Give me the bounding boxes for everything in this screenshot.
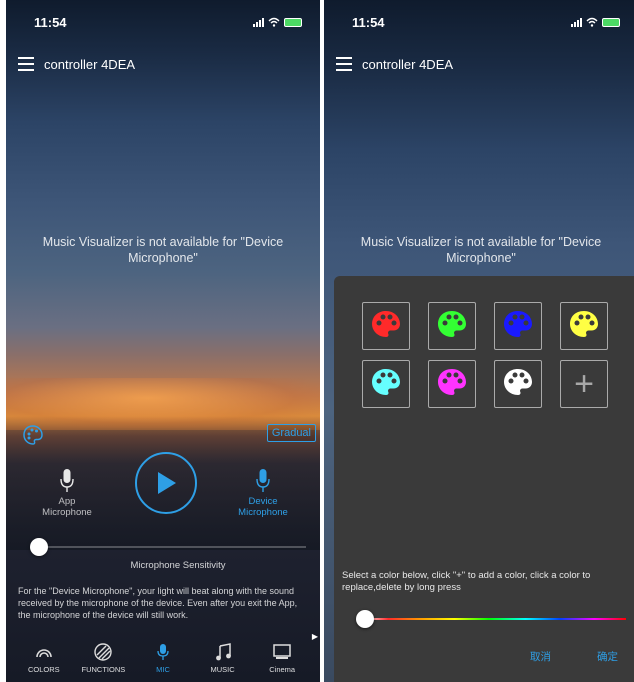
sensitivity-track bbox=[40, 546, 306, 548]
palette-icon bbox=[370, 367, 402, 402]
status-bar: 11:54 bbox=[324, 0, 634, 44]
sensitivity-slider[interactable] bbox=[30, 538, 306, 556]
visualizer-notice: Music Visualizer is not available for "D… bbox=[360, 235, 602, 265]
tab-label: COLORS bbox=[27, 665, 60, 674]
menu-icon[interactable] bbox=[336, 57, 352, 71]
wifi-icon bbox=[586, 17, 598, 27]
wifi-icon bbox=[268, 17, 280, 27]
palette-icon bbox=[568, 309, 600, 344]
tab-colors[interactable]: COLORS bbox=[16, 643, 72, 674]
tab-functions[interactable]: FUNCTIONS bbox=[75, 643, 131, 674]
color-swatch[interactable] bbox=[362, 360, 410, 408]
more-arrow-icon[interactable]: ▶ bbox=[312, 632, 318, 641]
tab-bar: COLORS FUNCTIONS MIC MUSIC Cinema ▶ bbox=[6, 626, 320, 674]
music-note-icon bbox=[214, 643, 232, 661]
tab-mic[interactable]: MIC bbox=[135, 643, 191, 674]
battery-icon bbox=[602, 17, 620, 27]
color-swatch[interactable] bbox=[428, 302, 476, 350]
battery-icon bbox=[284, 17, 302, 27]
hue-track bbox=[362, 618, 626, 620]
color-picker-dialog: + Select a color below, click "+" to add… bbox=[334, 276, 634, 682]
tab-music[interactable]: MUSIC bbox=[195, 643, 251, 674]
title-bar: controller 4DEA bbox=[336, 52, 626, 76]
device-title: controller 4DEA bbox=[44, 56, 136, 72]
status-icons bbox=[571, 17, 620, 27]
sunset-background bbox=[6, 0, 320, 682]
add-color-button[interactable]: + bbox=[560, 360, 608, 408]
confirm-button[interactable]: 确定 bbox=[597, 649, 618, 664]
device-microphone-option[interactable]: Device Microphone bbox=[230, 468, 296, 518]
tab-label: Cinema bbox=[269, 665, 296, 674]
rainbow-icon bbox=[35, 643, 53, 661]
horizon-glow bbox=[6, 378, 320, 428]
color-swatch[interactable] bbox=[362, 302, 410, 350]
color-picker-screen: 11:54 controller 4DEA Music Visualizer i… bbox=[324, 0, 634, 682]
tab-label: MIC bbox=[156, 665, 170, 674]
color-swatch[interactable] bbox=[494, 360, 542, 408]
play-button[interactable] bbox=[135, 452, 197, 514]
palette-icon bbox=[502, 367, 534, 402]
cancel-button[interactable]: 取消 bbox=[530, 649, 551, 664]
app-mic-label-1: App bbox=[58, 496, 76, 507]
color-swatch[interactable] bbox=[428, 360, 476, 408]
status-icons bbox=[253, 17, 302, 27]
status-bar: 11:54 bbox=[6, 0, 320, 44]
device-mic-label-1: Device bbox=[248, 496, 278, 507]
signal-icon bbox=[253, 17, 264, 27]
microphone-explanation: For the "Device Microphone", your light … bbox=[18, 586, 298, 620]
mic-screen: 11:54 controller 4DEA Music Visualizer i… bbox=[6, 0, 320, 682]
screen-icon bbox=[273, 643, 291, 661]
gradual-button[interactable]: Gradual bbox=[266, 424, 316, 442]
menu-icon[interactable] bbox=[18, 57, 34, 71]
color-swatch[interactable] bbox=[560, 302, 608, 350]
tab-cinema[interactable]: Cinema bbox=[254, 643, 310, 674]
color-instruction: Select a color below, click "+" to add a… bbox=[342, 570, 591, 593]
palette-icon bbox=[436, 309, 468, 344]
visualizer-notice: Music Visualizer is not available for "D… bbox=[42, 235, 284, 265]
palette-icon bbox=[502, 309, 534, 344]
microphone-icon bbox=[60, 468, 74, 494]
palette-icon bbox=[436, 367, 468, 402]
device-mic-label-2: Microphone bbox=[238, 507, 288, 518]
palette-icon bbox=[370, 309, 402, 344]
sensitivity-label: Microphone Sensitivity bbox=[130, 560, 226, 571]
dialog-actions: 取消 确定 bbox=[530, 649, 618, 664]
palette-button[interactable] bbox=[22, 424, 44, 446]
play-icon bbox=[158, 472, 176, 494]
app-mic-label-2: Microphone bbox=[42, 507, 92, 518]
status-time: 11:54 bbox=[352, 14, 385, 30]
tab-label: MUSIC bbox=[210, 665, 235, 674]
tab-label: FUNCTIONS bbox=[81, 665, 126, 674]
color-grid: + bbox=[362, 302, 616, 408]
color-swatch[interactable] bbox=[494, 302, 542, 350]
status-time: 11:54 bbox=[34, 14, 67, 30]
stripes-icon bbox=[94, 643, 113, 661]
device-title: controller 4DEA bbox=[362, 56, 454, 72]
hue-knob[interactable] bbox=[356, 610, 374, 628]
title-bar: controller 4DEA bbox=[18, 52, 308, 76]
microphone-icon bbox=[256, 468, 270, 494]
microphone-icon bbox=[154, 643, 172, 661]
app-microphone-option[interactable]: App Microphone bbox=[34, 468, 100, 518]
palette-icon bbox=[23, 425, 43, 445]
signal-icon bbox=[571, 17, 582, 27]
hue-slider[interactable] bbox=[356, 610, 626, 628]
sensitivity-knob[interactable] bbox=[30, 538, 48, 556]
